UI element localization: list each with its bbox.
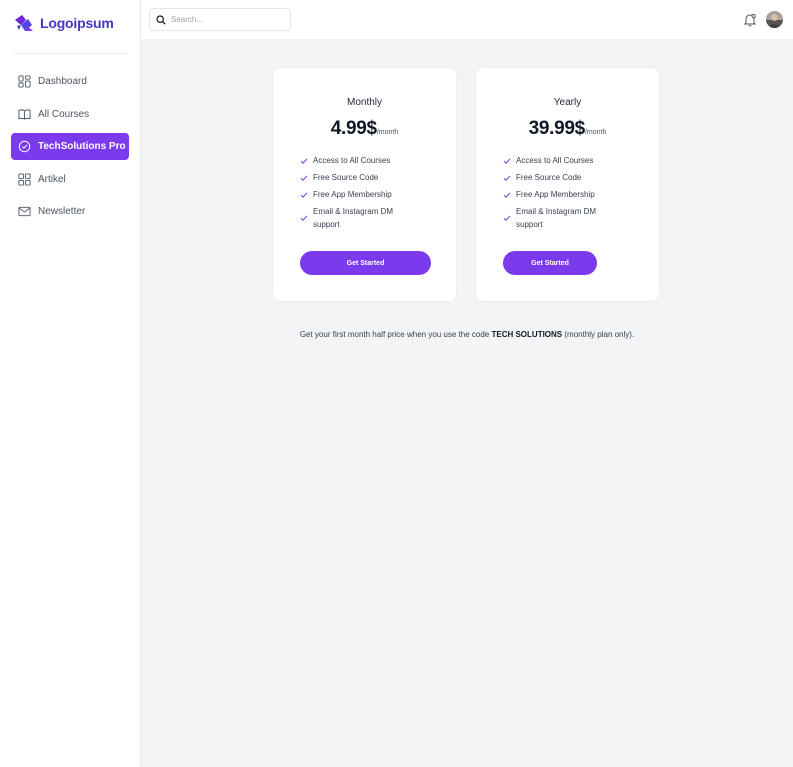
plan-price: 39.99$/month — [476, 118, 659, 140]
feature-text: Free Source Code — [516, 173, 582, 182]
sidebar-item-label: Artikel — [38, 173, 66, 185]
divider — [12, 53, 128, 54]
feature-item: Email & Instagram DM support — [503, 205, 643, 231]
feature-item: Access to All Courses — [503, 154, 643, 167]
grid-icon — [18, 75, 31, 88]
price-period: /month — [376, 129, 399, 136]
sidebar: Logoipsum Dashboard All Courses TechSolu… — [0, 0, 141, 767]
feature-text: Email & Instagram DM support — [313, 207, 394, 229]
mail-icon — [18, 206, 31, 217]
feature-item: Free App Membership — [503, 188, 643, 201]
promo-text-after: (monthly plan only). — [562, 330, 635, 339]
promo-text-before: Get your first month half price when you… — [299, 330, 492, 339]
plan-price: 4.99$/month — [273, 118, 456, 140]
feature-item: Free App Membership — [300, 188, 440, 201]
search-icon — [156, 14, 166, 25]
topbar — [141, 0, 793, 40]
check-icon — [300, 174, 308, 181]
bell-icon[interactable] — [744, 13, 756, 27]
feature-text: Access to All Courses — [313, 156, 391, 165]
sidebar-item-all-courses[interactable]: All Courses — [11, 101, 129, 128]
price-amount: 4.99$ — [330, 118, 377, 139]
grid-icon — [18, 172, 31, 186]
sidebar-item-label: All Courses — [38, 108, 90, 120]
brand[interactable]: Logoipsum — [0, 0, 140, 46]
pricing-card-yearly: Yearly 39.99$/month Access to All Course… — [475, 67, 660, 302]
promo-code: TECH SOLUTIONS — [491, 330, 563, 339]
check-icon — [503, 157, 511, 164]
feature-item: Free Source Code — [503, 171, 643, 184]
check-icon — [300, 191, 308, 198]
book-open-icon — [18, 108, 31, 120]
brand-name: Logoipsum — [40, 15, 114, 31]
feature-list: Access to All Courses Free Source Code F… — [503, 154, 643, 235]
avatar-image — [766, 11, 783, 28]
check-icon — [503, 174, 511, 181]
feature-item: Email & Instagram DM support — [300, 205, 440, 231]
check-icon — [300, 157, 308, 164]
get-started-button[interactable]: Get Started — [300, 251, 431, 275]
price-amount: 39.99$ — [528, 118, 586, 139]
user-avatar[interactable] — [766, 11, 783, 28]
pricing-card-monthly: Monthly 4.99$/month Access to All Course… — [272, 67, 457, 302]
feature-text: Access to All Courses — [516, 156, 594, 165]
sidebar-nav: Dashboard All Courses TechSolutions Pro … — [0, 68, 140, 225]
price-period: /month — [584, 129, 607, 136]
plan-title: Yearly — [553, 97, 582, 108]
check-icon — [503, 215, 511, 221]
feature-text: Email & Instagram DM support — [516, 207, 597, 229]
check-circle-icon — [18, 140, 31, 153]
get-started-button[interactable]: Get Started — [503, 251, 597, 275]
sidebar-item-label: Dashboard — [38, 76, 87, 87]
check-icon — [300, 215, 308, 221]
feature-item: Access to All Courses — [300, 154, 440, 167]
sidebar-item-newsletter[interactable]: Newsletter — [11, 198, 129, 225]
feature-text: Free App Membership — [313, 190, 392, 199]
search-box[interactable] — [149, 8, 291, 31]
logo-mark-icon — [15, 15, 33, 31]
sidebar-item-label: Newsletter — [38, 206, 86, 217]
sidebar-item-techsolutions-pro[interactable]: TechSolutions Pro — [11, 133, 129, 160]
check-icon — [503, 191, 511, 198]
search-input[interactable] — [171, 15, 281, 24]
feature-text: Free Source Code — [313, 173, 379, 182]
feature-list: Access to All Courses Free Source Code F… — [300, 154, 440, 235]
feature-item: Free Source Code — [300, 171, 440, 184]
plan-title: Monthly — [346, 97, 382, 108]
feature-text: Free App Membership — [516, 190, 595, 199]
sidebar-item-artikel[interactable]: Artikel — [11, 166, 129, 193]
promo-text: Get your first month half price when you… — [141, 330, 793, 339]
sidebar-item-dashboard[interactable]: Dashboard — [11, 68, 129, 95]
sidebar-item-label: TechSolutions Pro — [38, 141, 126, 152]
